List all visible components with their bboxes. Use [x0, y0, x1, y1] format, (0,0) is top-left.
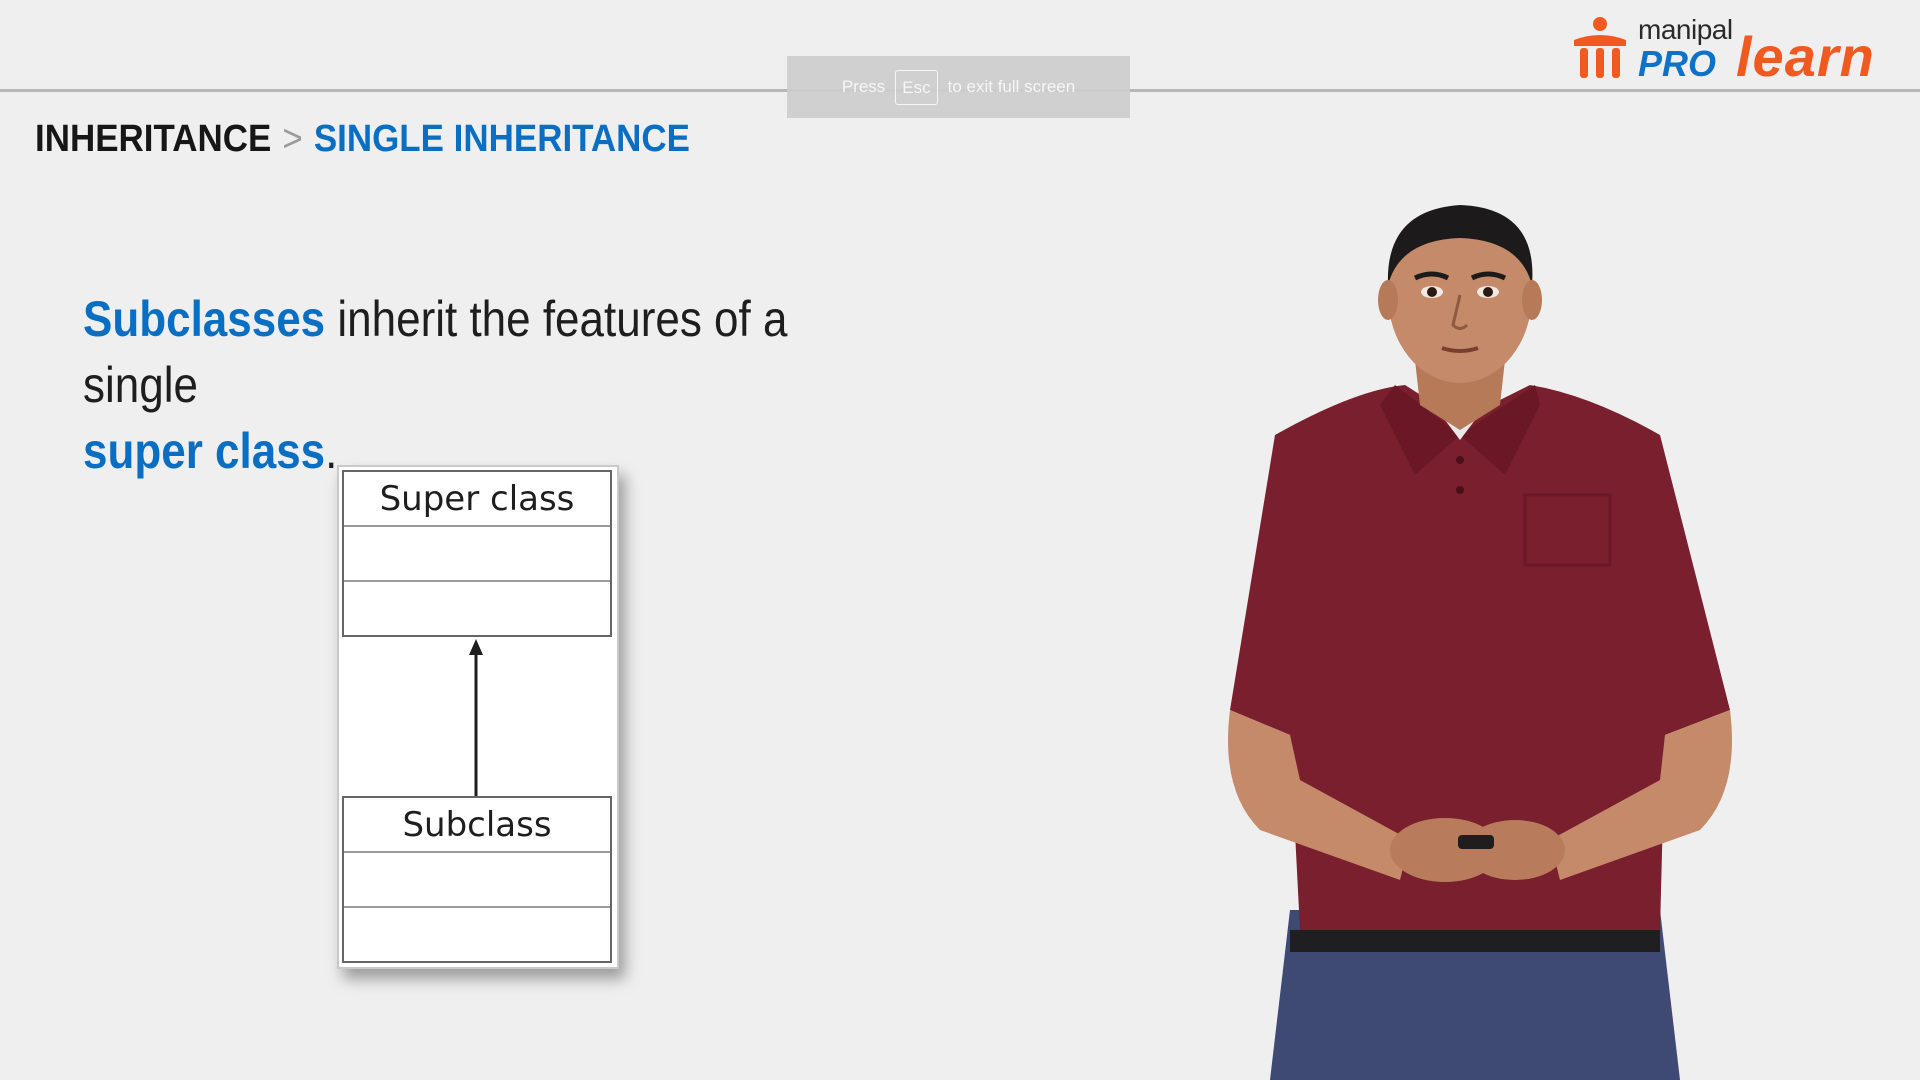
subclass-box: Subclass — [342, 796, 612, 963]
breadcrumb: INHERITANCE > SINGLE INHERITANCE — [35, 118, 690, 161]
uml-inheritance-diagram: Super class Subclass — [337, 465, 619, 969]
breadcrumb-separator: > — [282, 118, 303, 160]
esc-key-label: Esc — [895, 69, 938, 105]
subclass-attributes — [344, 853, 610, 908]
breadcrumb-parent: INHERITANCE — [35, 118, 272, 160]
logo-text-manipal: manipal — [1638, 14, 1733, 45]
manipal-prolearn-logo: manipal PRO learn — [1570, 10, 1910, 88]
fullscreen-notice-suffix: to exit full screen — [947, 77, 1076, 96]
logo-mark-icon — [1574, 17, 1626, 78]
fullscreen-notice: Press Esc to exit full screen — [787, 56, 1130, 118]
subclass-label: Subclass — [344, 798, 610, 853]
headline-text-2: . — [325, 423, 338, 479]
headline-highlight-superclass: super class — [83, 423, 326, 479]
headline-highlight-subclasses: Subclasses — [83, 291, 326, 347]
logo-text-pro: PRO — [1638, 43, 1717, 84]
presenter-image — [1228, 205, 1732, 1080]
subclass-methods — [344, 908, 610, 961]
slide-headline: Subclasses inherit the features of a sin… — [83, 286, 875, 484]
breadcrumb-current: SINGLE INHERITANCE — [313, 118, 690, 160]
fullscreen-notice-prefix: Press — [841, 77, 886, 96]
logo-text-learn: learn — [1736, 25, 1875, 88]
